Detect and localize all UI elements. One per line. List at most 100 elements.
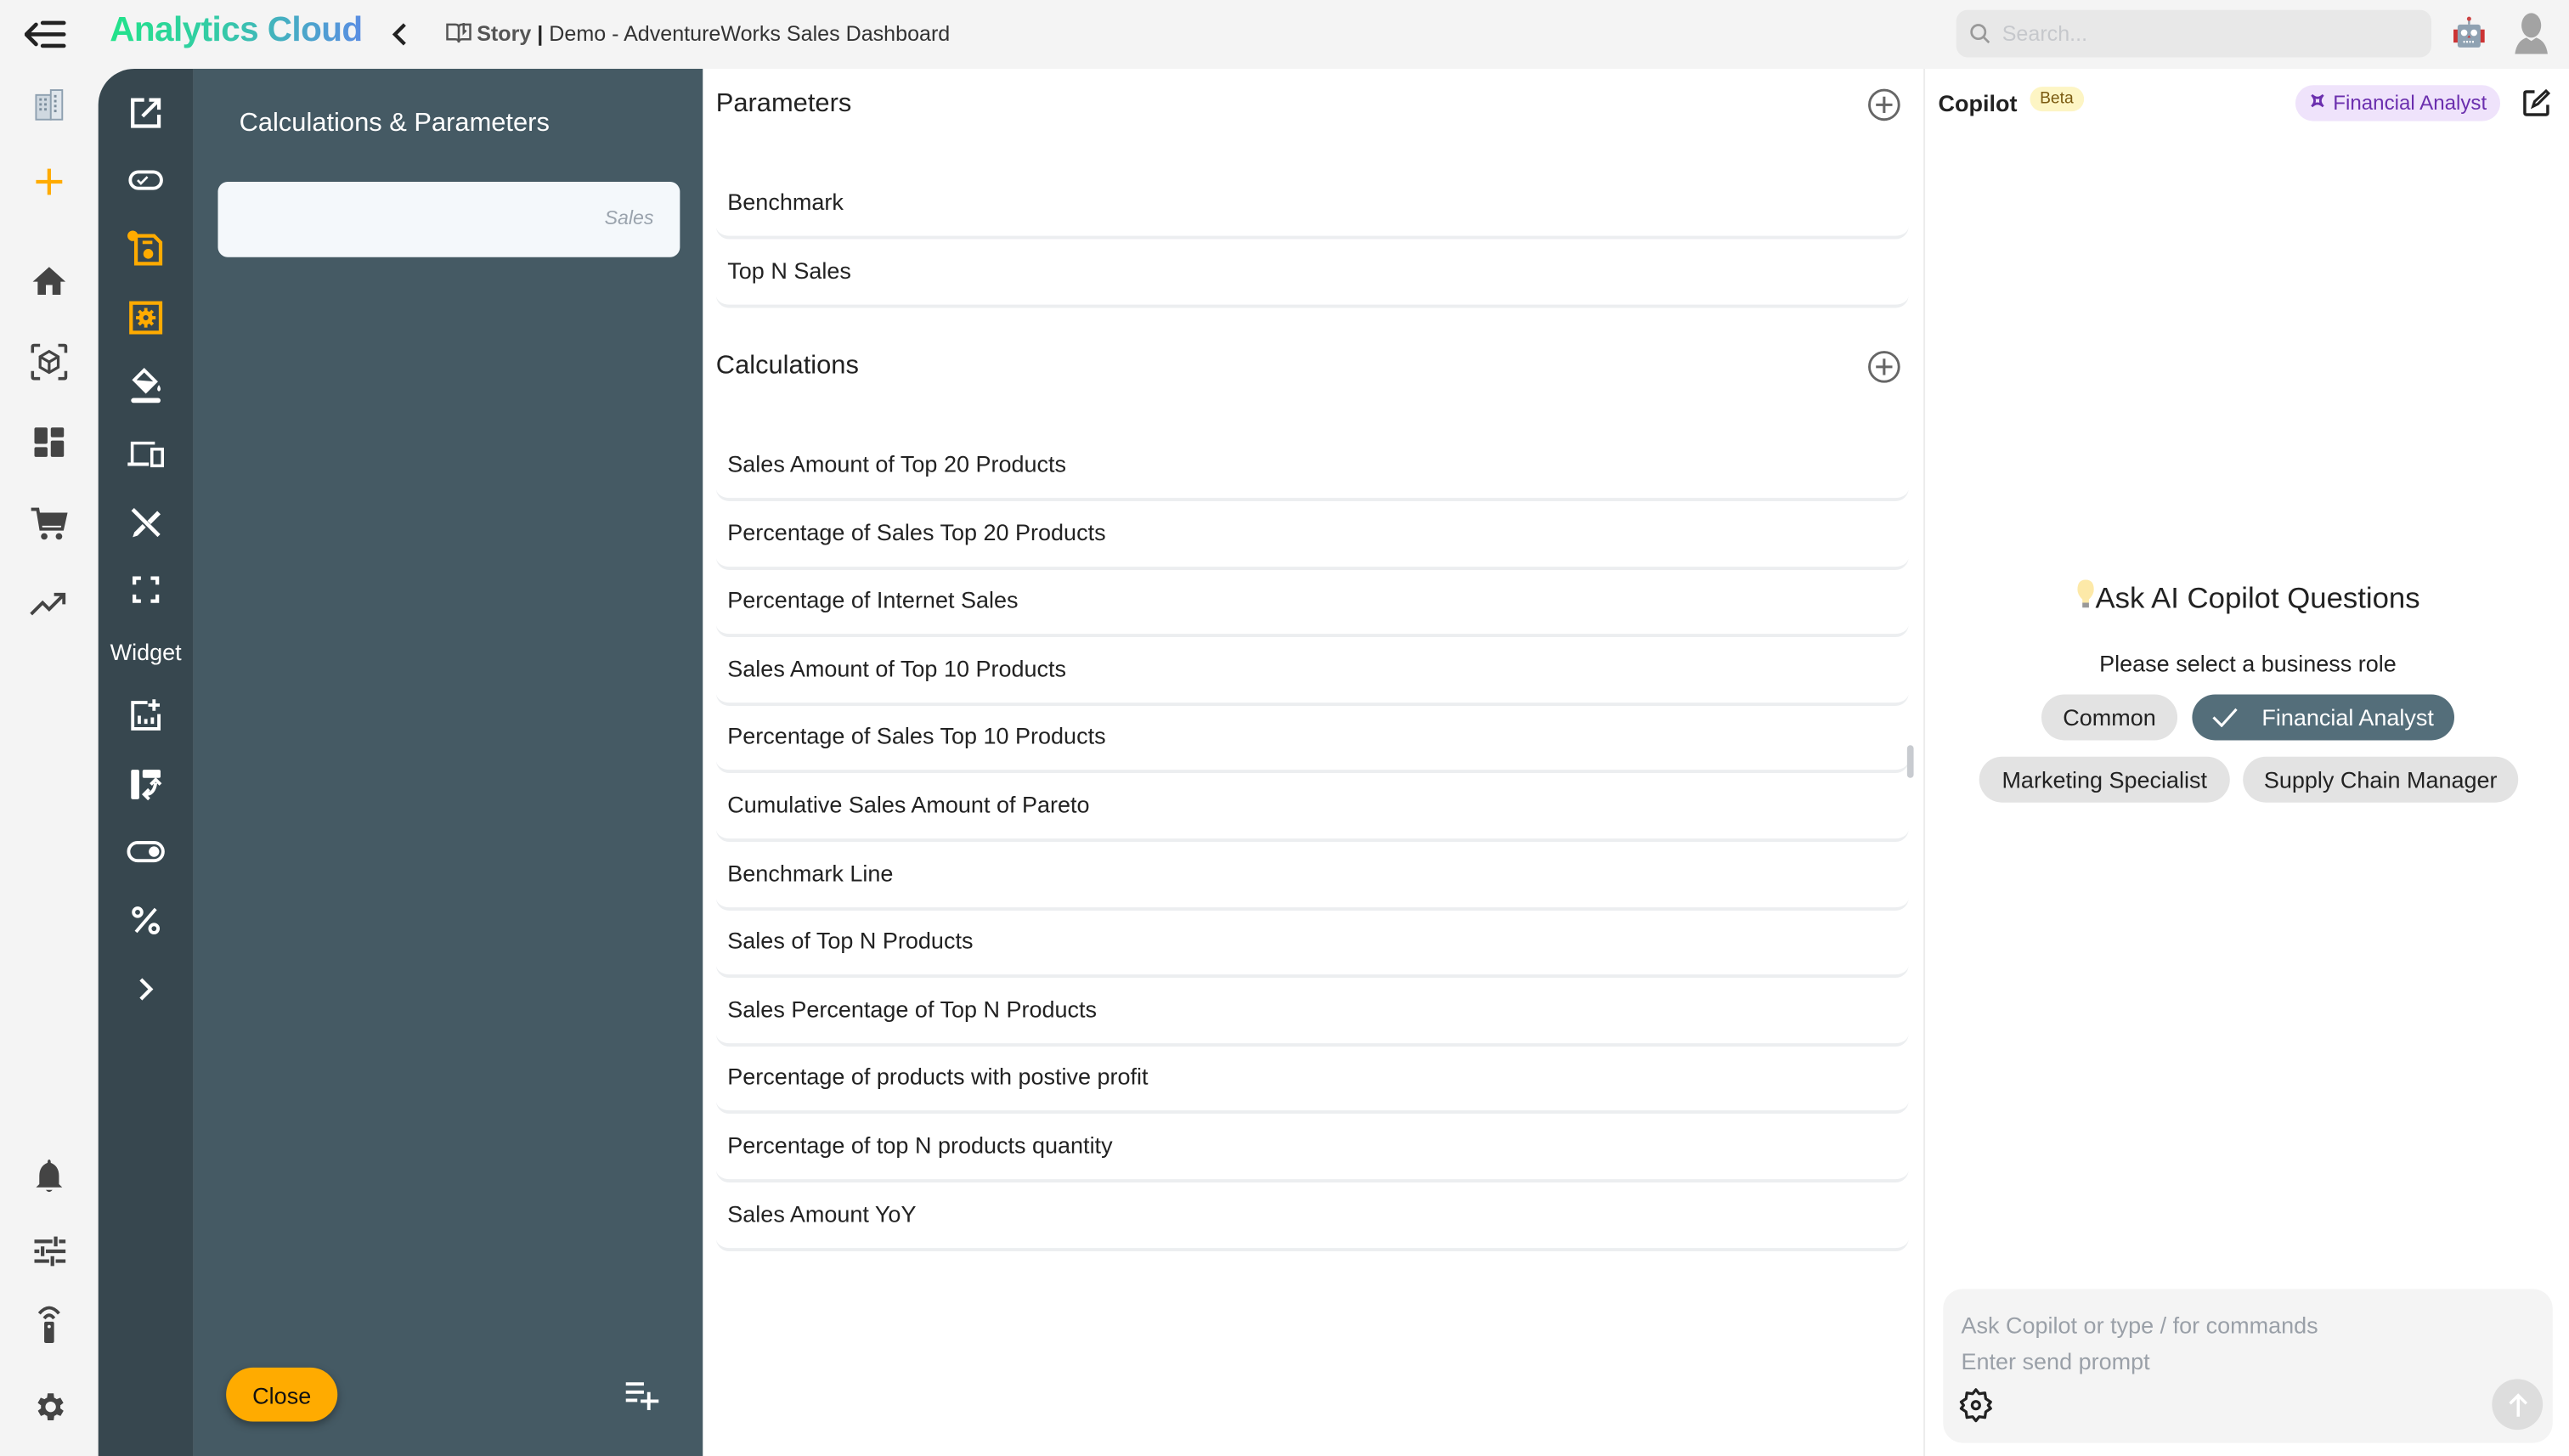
open-external-icon[interactable] xyxy=(126,93,165,133)
design-tools-icon[interactable] xyxy=(126,503,165,542)
prompt-hint: Enter send prompt xyxy=(1961,1347,2150,1374)
role-chip-marketing-specialist[interactable]: Marketing Specialist xyxy=(1979,756,2230,803)
breadcrumb-type: Story xyxy=(477,21,532,46)
role-icon xyxy=(2308,92,2326,115)
story-toolbar: Widget xyxy=(98,68,194,1456)
calculations-panel: Calculations & Parameters Sales Close xyxy=(193,68,703,1456)
parameter-item[interactable]: Benchmark xyxy=(715,169,1909,240)
list-scrollbar[interactable] xyxy=(1906,745,1914,778)
user-avatar-icon[interactable] xyxy=(2511,11,2550,54)
format-paint-icon[interactable] xyxy=(126,365,165,404)
add-chart-icon[interactable] xyxy=(126,696,165,735)
calculation-item-label: Sales Amount of Top 10 Products xyxy=(727,654,1067,681)
calculation-item-label: Sales Percentage of Top N Products xyxy=(727,995,1098,1022)
calculation-item[interactable]: Percentage of Sales Top 10 Products xyxy=(715,703,1909,774)
calculation-settings-icon[interactable] xyxy=(126,298,165,337)
calculation-item[interactable]: Percentage of top N products quantity xyxy=(715,1112,1909,1183)
current-role-chip[interactable]: Financial Analyst xyxy=(2295,85,2500,121)
copilot-prompt-input[interactable]: Ask Copilot or type / for commands Enter… xyxy=(1943,1289,2553,1443)
book-icon xyxy=(446,21,472,49)
select-role-prompt: Please select a business role xyxy=(2099,650,2397,677)
calculation-item[interactable]: Percentage of products with postive prof… xyxy=(715,1044,1909,1115)
search-input[interactable]: Search... xyxy=(1956,9,2431,58)
calculation-item-label: Percentage of Sales Top 10 Products xyxy=(727,723,1106,749)
calculation-item-label: Benchmark Line xyxy=(727,859,894,886)
calculation-item[interactable]: Sales of Top N Products xyxy=(715,907,1909,979)
breadcrumb-separator: | xyxy=(537,21,544,46)
calculation-item-label: Percentage of Internet Sales xyxy=(727,586,1019,613)
current-role-label: Financial Analyst xyxy=(2333,91,2487,115)
preferences-sliders-icon[interactable] xyxy=(30,1232,69,1271)
calculation-item-label: Sales Amount YoY xyxy=(727,1199,917,1227)
settings-gear-icon[interactable] xyxy=(30,1387,69,1426)
edit-mode-toggle-icon[interactable] xyxy=(126,161,165,200)
new-chat-edit-icon[interactable] xyxy=(2521,88,2551,118)
calculation-item-label: Percentage of products with postive prof… xyxy=(727,1064,1149,1090)
beta-badge: Beta xyxy=(2030,87,2084,112)
widget-section-label: Widget xyxy=(110,638,182,665)
top-header: Analytics Cloud Story | Demo - Adventure… xyxy=(0,0,2569,69)
trending-up-icon[interactable] xyxy=(30,584,69,624)
role-chip-label: Supply Chain Manager xyxy=(2263,766,2498,793)
role-chip-label: Marketing Specialist xyxy=(2002,766,2208,793)
organization-building-icon[interactable] xyxy=(30,85,69,124)
calculation-item-label: Percentage of top N products quantity xyxy=(727,1132,1113,1159)
home-icon[interactable] xyxy=(30,261,69,300)
app-logo[interactable]: Analytics Cloud xyxy=(110,11,363,50)
notifications-bell-icon[interactable] xyxy=(30,1156,69,1195)
close-button[interactable]: Close xyxy=(226,1367,338,1422)
send-button[interactable] xyxy=(2492,1379,2544,1431)
lightbulb-icon xyxy=(2075,578,2095,619)
ask-copilot-heading: Ask AI Copilot Questions xyxy=(1925,578,2569,619)
role-chip-label: Common xyxy=(2063,704,2156,731)
create-plus-icon[interactable] xyxy=(30,162,69,201)
calculations-list-area: Parameters Benchmark Top N Sales Calculat… xyxy=(703,68,1924,1456)
copilot-panel: Copilot Beta Financial Analyst Ask AI Co… xyxy=(1923,68,2569,1456)
panel-search-input[interactable]: Sales xyxy=(217,182,680,257)
calculation-item[interactable]: Sales Amount of Top 20 Products xyxy=(715,431,1909,501)
parameter-item-label: Top N Sales xyxy=(727,256,851,283)
role-chip-financial-analyst[interactable]: Financial Analyst xyxy=(2192,694,2454,741)
parameter-item-label: Benchmark xyxy=(727,188,844,215)
role-chip-supply-chain-manager[interactable]: Supply Chain Manager xyxy=(2243,756,2519,803)
calculation-item[interactable]: Sales Percentage of Top N Products xyxy=(715,976,1909,1047)
calculation-item[interactable]: Sales Amount of Top 10 Products xyxy=(715,635,1909,706)
calculation-item[interactable]: Benchmark Line xyxy=(715,839,1909,911)
calculation-item-label: Cumulative Sales Amount of Pareto xyxy=(727,791,1090,818)
collapse-menu-icon[interactable] xyxy=(24,18,67,51)
role-chip-label: Financial Analyst xyxy=(2261,704,2434,731)
remote-access-icon[interactable] xyxy=(30,1304,69,1343)
add-to-list-icon[interactable] xyxy=(624,1379,660,1412)
prompt-settings-icon[interactable] xyxy=(1958,1387,1994,1431)
robot-icon[interactable] xyxy=(2451,14,2487,50)
add-parameter-icon[interactable] xyxy=(1868,88,1901,121)
search-placeholder: Search... xyxy=(2002,21,2088,46)
fullscreen-icon[interactable] xyxy=(126,570,165,609)
copilot-title: Copilot xyxy=(1938,90,2018,116)
back-chevron-icon[interactable] xyxy=(390,20,409,49)
calculations-heading: Calculations xyxy=(715,352,859,381)
device-preview-icon[interactable] xyxy=(126,434,165,473)
marketplace-cart-icon[interactable] xyxy=(30,505,69,544)
add-calculation-icon[interactable] xyxy=(1868,351,1901,384)
calculation-item-label: Sales Amount of Top 20 Products xyxy=(727,450,1067,477)
calculation-item[interactable]: Cumulative Sales Amount of Pareto xyxy=(715,771,1909,842)
calculation-item[interactable]: Percentage of Internet Sales xyxy=(715,567,1909,638)
expand-chevron-icon[interactable] xyxy=(126,969,165,1008)
prompt-placeholder: Ask Copilot or type / for commands xyxy=(1961,1312,2318,1339)
search-filter-tag: Sales xyxy=(604,206,654,229)
calculation-item[interactable]: Percentage of Sales Top 20 Products xyxy=(715,499,1909,570)
parameter-item[interactable]: Top N Sales xyxy=(715,237,1909,308)
role-chip-common[interactable]: Common xyxy=(2041,694,2178,741)
search-icon xyxy=(1969,23,1990,53)
parameters-heading: Parameters xyxy=(715,90,852,118)
data-model-cube-icon[interactable] xyxy=(30,342,69,381)
story-title: Demo - AdventureWorks Sales Dashboard xyxy=(549,21,951,46)
global-nav-rail xyxy=(0,68,99,1456)
percentage-icon[interactable] xyxy=(126,900,165,940)
pivot-table-icon[interactable] xyxy=(126,765,165,804)
dashboard-icon[interactable] xyxy=(30,422,69,461)
toggle-switch-icon[interactable] xyxy=(126,832,165,871)
calculation-item[interactable]: Sales Amount YoY xyxy=(715,1180,1909,1251)
save-icon[interactable] xyxy=(126,229,165,268)
